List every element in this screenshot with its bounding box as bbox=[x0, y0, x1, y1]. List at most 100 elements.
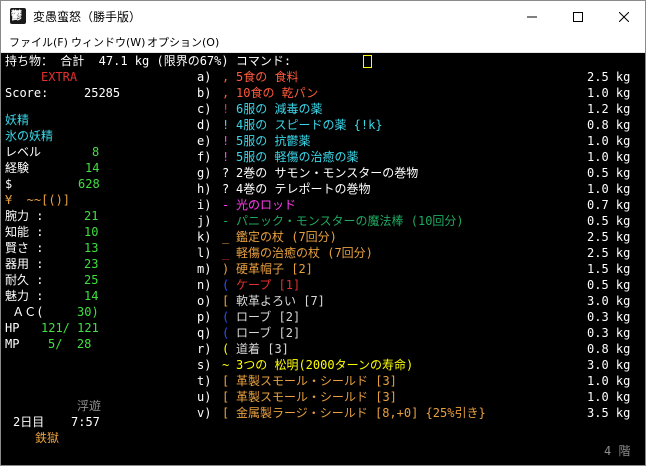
inventory-slot-letter: h) bbox=[197, 182, 212, 196]
inventory-item-name: ローブ [2] bbox=[236, 310, 301, 324]
inventory-slot-letter: u) bbox=[197, 390, 212, 404]
inventory-row[interactable]: g)? 2巻の サモン・モンスターの巻物 0.5 kg bbox=[1, 165, 645, 181]
inventory-item-name: 2巻の サモン・モンスターの巻物 bbox=[236, 166, 419, 180]
inventory-item-name: 5食の 食料 bbox=[236, 70, 299, 84]
inventory-item-name: 軽傷の治癒の杖 (7回分) bbox=[236, 246, 373, 260]
inventory-item-symbol: ! bbox=[222, 118, 230, 132]
inventory-item-symbol: ! bbox=[222, 102, 230, 116]
inventory-item-weight: 1.0 kg bbox=[587, 150, 631, 164]
inventory-item-symbol: ( bbox=[222, 342, 230, 356]
input-cursor bbox=[363, 55, 372, 68]
inventory-row[interactable]: c)! 6服の 減毒の薬 1.2 kg bbox=[1, 101, 645, 117]
inventory-slot-letter: g) bbox=[197, 166, 212, 180]
inventory-row[interactable]: r) (道着 [3] 0.8 kg bbox=[1, 341, 645, 357]
inventory-item-symbol: ( bbox=[222, 326, 230, 340]
inventory-row[interactable]: j) - パニック・モンスターの魔法棒 (10回分) 0.5 kg bbox=[1, 213, 645, 229]
inventory-item-weight: 0.3 kg bbox=[587, 326, 631, 340]
inventory-item-name: 革製スモール・シールド [3] bbox=[236, 390, 397, 404]
inventory-row[interactable]: b), 10食の 乾パン 1.0 kg bbox=[1, 85, 645, 101]
game-icon: 鬱 bbox=[10, 8, 26, 24]
inventory-row[interactable]: p) (ローブ [2] 0.3 kg bbox=[1, 309, 645, 325]
dungeon-depth: 4 階 bbox=[604, 444, 631, 458]
inventory-row[interactable]: u) [革製スモール・シールド [3] 1.0 kg bbox=[1, 389, 645, 405]
menu-window[interactable]: ウィンドウ(W) bbox=[71, 34, 145, 50]
inventory-item-weight: 0.5 kg bbox=[587, 278, 631, 292]
minimize-button[interactable] bbox=[509, 1, 555, 32]
inventory-slot-letter: j) bbox=[197, 214, 212, 228]
inventory-item-symbol: , bbox=[222, 86, 230, 100]
inventory-row[interactable]: o) [軟革よろい [7] 3.0 kg bbox=[1, 293, 645, 309]
inventory-item-symbol: ( bbox=[222, 310, 230, 324]
inventory-row[interactable]: n) (ケープ [1] 0.5 kg bbox=[1, 277, 645, 293]
inventory-item-symbol: [ bbox=[222, 294, 230, 308]
game-terminal[interactable]: 持ち物： 合計 47.1 kg (限界の67%) コマンド: EXTRA Sco… bbox=[1, 53, 645, 465]
inventory-item-weight: 1.0 kg bbox=[587, 374, 631, 388]
inventory-item-name: 5服の 軽傷の治癒の薬 bbox=[236, 150, 359, 164]
inventory-row[interactable]: m)) 硬革帽子 [2] 1.5 kg bbox=[1, 261, 645, 277]
inventory-item-weight: 0.8 kg bbox=[587, 118, 631, 132]
inventory-item-weight: 3.5 kg bbox=[587, 406, 631, 420]
inventory-row[interactable]: l) _ 軽傷の治癒の杖 (7回分) 2.5 kg bbox=[1, 245, 645, 261]
inventory-item-name: 6服の 減毒の薬 bbox=[236, 102, 323, 116]
inventory-slot-letter: k) bbox=[197, 230, 212, 244]
inventory-slot-letter: s) bbox=[197, 358, 212, 372]
inventory-item-name: ケープ [1] bbox=[236, 278, 301, 292]
inventory-row[interactable]: d)! 4服の スピードの薬 {!k} 0.8 kg bbox=[1, 117, 645, 133]
inventory-item-name: 4服の スピードの薬 {!k} bbox=[236, 118, 383, 132]
inventory-item-symbol: ! bbox=[222, 134, 230, 148]
close-button[interactable] bbox=[601, 1, 645, 32]
inventory-item-weight: 0.8 kg bbox=[587, 342, 631, 356]
menu-options[interactable]: オプション(O) bbox=[147, 34, 219, 50]
inventory-item-name: 金属製ラージ・シールド [8,+0] {25%引き} bbox=[236, 406, 486, 420]
inventory-item-name: 5服の 抗鬱薬 bbox=[236, 134, 311, 148]
inventory-row[interactable]: a), 5食の 食料 2.5 kg bbox=[1, 69, 645, 85]
inventory-row[interactable]: q) (ローブ [2] 0.3 kg bbox=[1, 325, 645, 341]
inventory-row[interactable]: t) [革製スモール・シールド [3] 1.0 kg bbox=[1, 373, 645, 389]
menu-bar: ファイル(F) ウィンドウ(W) オプション(O) bbox=[1, 32, 645, 53]
inventory-item-symbol: - bbox=[222, 198, 230, 212]
inventory-row[interactable]: i) - 光のロッド 0.7 kg bbox=[1, 197, 645, 213]
inventory-row[interactable]: f)! 5服の 軽傷の治癒の薬 1.0 kg bbox=[1, 149, 645, 165]
inventory-row[interactable]: e)! 5服の 抗鬱薬 1.0 kg bbox=[1, 133, 645, 149]
inventory-item-weight: 0.7 kg bbox=[587, 198, 631, 212]
inventory-item-symbol: _ bbox=[222, 230, 230, 244]
inventory-item-name: 光のロッド bbox=[236, 198, 297, 212]
inventory-slot-letter: f) bbox=[197, 150, 212, 164]
inventory-slot-letter: e) bbox=[197, 134, 212, 148]
inventory-item-symbol: [ bbox=[222, 390, 230, 404]
inventory-slot-letter: l) bbox=[197, 246, 212, 260]
inventory-item-name: 革製スモール・シールド [3] bbox=[236, 374, 397, 388]
inventory-item-symbol: [ bbox=[222, 406, 230, 420]
inventory-item-weight: 1.5 kg bbox=[587, 262, 631, 276]
inventory-item-weight: 3.0 kg bbox=[587, 358, 631, 372]
inventory-item-name: パニック・モンスターの魔法棒 (10回分) bbox=[236, 214, 464, 228]
inventory-item-symbol: - bbox=[222, 214, 230, 228]
maximize-icon bbox=[573, 11, 583, 22]
inventory-slot-letter: v) bbox=[197, 406, 212, 420]
inventory-row[interactable]: s) ~3つの 松明(2000ターンの寿命) 3.0 kg bbox=[1, 357, 645, 373]
app-window: 鬱 変愚蛮怒（勝手版） ファイル(F) ウィンドウ(W) オプション(O) 持ち… bbox=[0, 0, 646, 466]
minimize-icon bbox=[527, 16, 537, 17]
inventory-slot-letter: n) bbox=[197, 278, 212, 292]
inventory-item-weight: 0.5 kg bbox=[587, 214, 631, 228]
inventory-item-symbol: , bbox=[222, 70, 230, 84]
inventory-slot-letter: d) bbox=[197, 118, 212, 132]
inventory-item-symbol: ) bbox=[222, 262, 230, 276]
inventory-row[interactable]: h)? 4巻の テレポートの巻物 1.0 kg bbox=[1, 181, 645, 197]
inventory-item-symbol: ? bbox=[222, 166, 230, 180]
inventory-item-name: 軟革よろい [7] bbox=[236, 294, 325, 308]
inventory-slot-letter: p) bbox=[197, 310, 212, 324]
inventory-item-symbol: _ bbox=[222, 246, 230, 260]
inventory-row[interactable]: v) [ 金属製ラージ・シールド [8,+0] {25%引き} 3.5 kg bbox=[1, 405, 645, 421]
close-icon bbox=[619, 11, 629, 22]
inventory-row[interactable]: k) _ 鑑定の杖 (7回分) 2.5 kg bbox=[1, 229, 645, 245]
inventory-item-weight: 3.0 kg bbox=[587, 294, 631, 308]
inventory-item-name: 鑑定の杖 (7回分) bbox=[236, 230, 337, 244]
inventory-item-weight: 2.5 kg bbox=[587, 230, 631, 244]
title-bar[interactable]: 鬱 変愚蛮怒（勝手版） bbox=[1, 1, 645, 32]
menu-file[interactable]: ファイル(F) bbox=[9, 34, 68, 50]
inventory-header: 持ち物： 合計 47.1 kg (限界の67%) コマンド: bbox=[5, 54, 292, 68]
inventory-item-weight: 1.0 kg bbox=[587, 134, 631, 148]
inventory-item-name: 3つの 松明(2000ターンの寿命) bbox=[236, 358, 414, 372]
maximize-button[interactable] bbox=[555, 1, 601, 32]
